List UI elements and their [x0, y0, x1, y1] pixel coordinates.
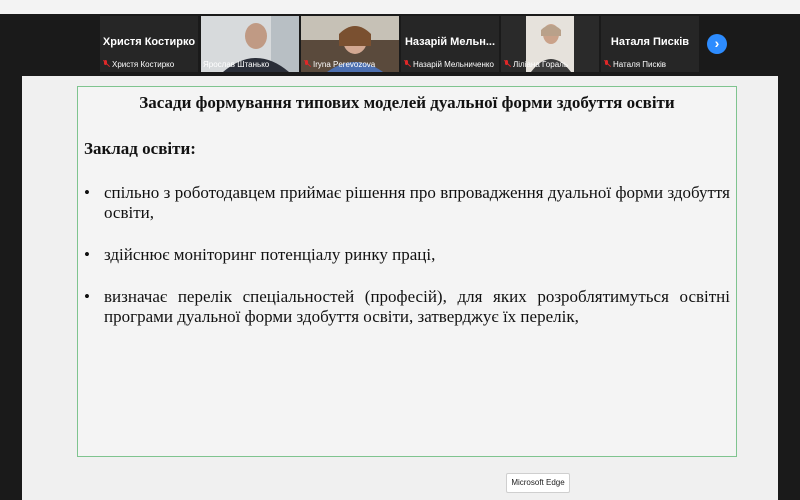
mic-muted-icon: [603, 60, 610, 68]
list-item: • спільно з роботодавцем приймає рішення …: [84, 183, 730, 222]
mic-muted-icon: [102, 60, 109, 68]
list-item: • здійснює моніторинг потенціалу ринку пр…: [84, 245, 436, 264]
participant-label: Христя Костирко: [112, 60, 175, 69]
participant-label: Ліліана Гораль: [513, 60, 568, 69]
bullet-icon: •: [84, 183, 90, 202]
participant-label: Iryna Perevozova: [313, 60, 376, 69]
shared-screen: Засади формування типових моделей дуальн…: [22, 76, 778, 500]
participant-label: Наталя Писків: [613, 60, 667, 69]
list-item: • визначає перелік спеціальностей (профес…: [84, 287, 730, 326]
participant-label: Ярослав Штанько: [203, 60, 270, 69]
participant-display-name: Назарій Мельн...: [404, 36, 496, 48]
participant-tile-khrystia[interactable]: Христя Костирко Христя Костирко: [100, 16, 198, 72]
bullet-icon: •: [84, 287, 90, 306]
slide-heading: Заклад освіти:: [84, 139, 196, 158]
mic-muted-icon: [303, 60, 310, 68]
participant-tile-yaroslav[interactable]: Ярослав Штанько: [201, 16, 299, 72]
chevron-right-icon: ›: [714, 35, 720, 51]
participant-label: Назарій Мельниченко: [413, 60, 494, 69]
bullet-icon: •: [84, 245, 90, 264]
slide-title: Засади формування типових моделей дуальн…: [139, 93, 675, 112]
mic-muted-icon: [403, 60, 410, 68]
window-top-bar: [0, 0, 800, 15]
participant-tile-liliana[interactable]: Ліліана Гораль: [501, 16, 599, 72]
participant-tile-nazarii[interactable]: Назарій Мельн... Назарій Мельниченко: [401, 16, 499, 72]
mic-muted-icon: [503, 60, 510, 68]
participant-strip: Христя Костирко Христя Костирко Ярослав …: [0, 14, 800, 74]
next-participants-button[interactable]: ›: [707, 34, 727, 54]
presentation-slide: Засади формування типових моделей дуальн…: [77, 86, 737, 457]
participant-display-name: Христя Костирко: [102, 36, 196, 48]
participant-tile-natalia[interactable]: Наталя Писків Наталя Писків: [601, 16, 699, 72]
participant-tile-iryna[interactable]: Iryna Perevozova: [301, 16, 399, 72]
taskbar-tooltip: Microsoft Edge: [506, 473, 570, 493]
participant-display-name: Наталя Писків: [610, 36, 690, 48]
slide-bullet-list: • спільно з роботодавцем приймає рішення …: [84, 183, 730, 349]
